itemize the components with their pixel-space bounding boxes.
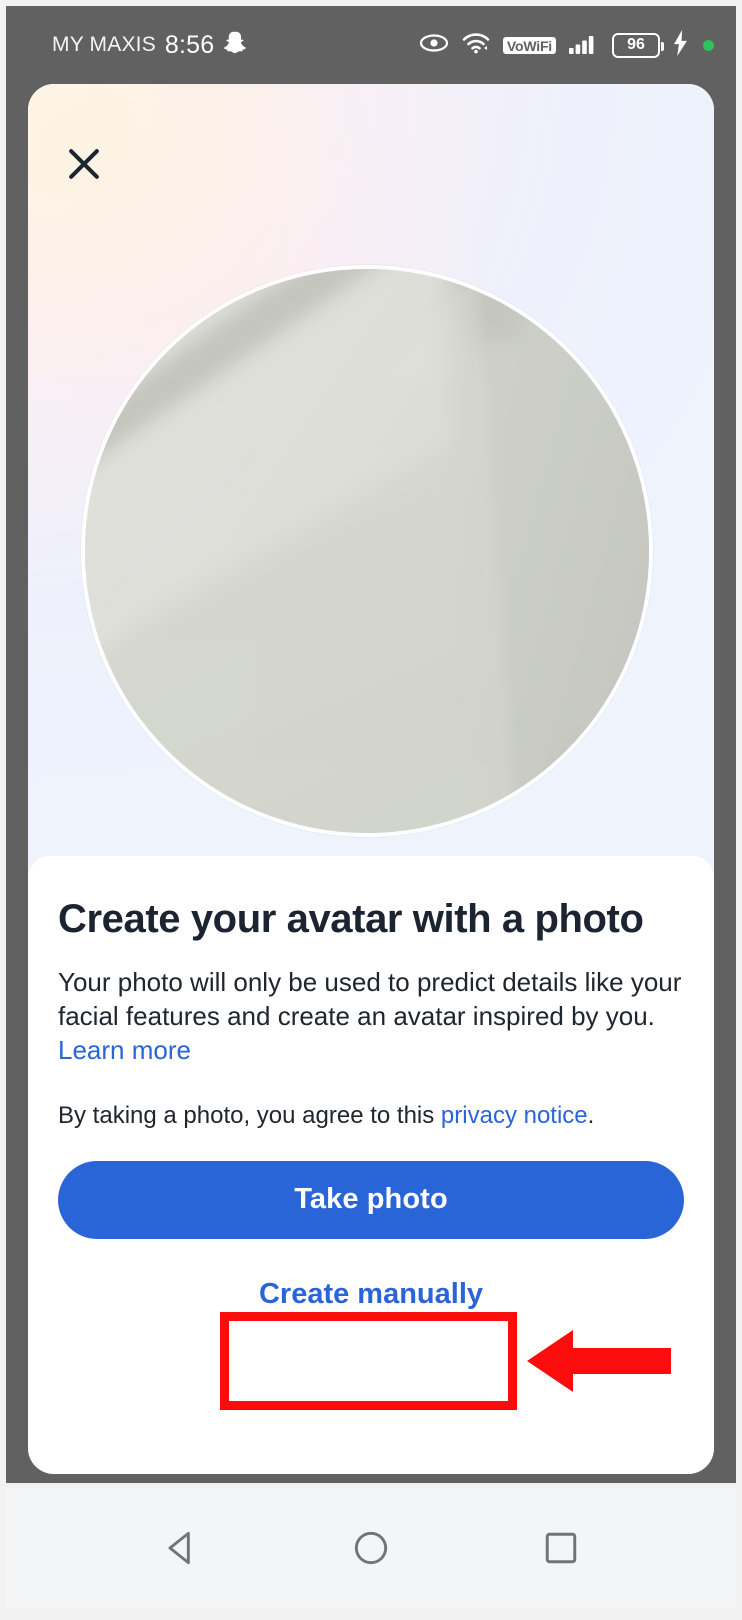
take-photo-button[interactable]: Take photo xyxy=(58,1160,684,1239)
camera-preview-image xyxy=(85,269,649,833)
description-body: Your photo will only be used to predict … xyxy=(58,966,682,1032)
battery-percentage: 96 xyxy=(627,36,645,53)
learn-more-link[interactable]: Learn more xyxy=(58,1035,191,1065)
close-button[interactable] xyxy=(52,132,116,196)
android-navigation-bar xyxy=(6,1488,736,1608)
back-triangle-icon xyxy=(168,1531,190,1565)
app-screen: Create your avatar with a photo Your pho… xyxy=(28,84,714,1474)
vowifi-badge: VoWiFi xyxy=(502,36,556,54)
lightning-bolt-icon xyxy=(672,29,689,61)
legal-prefix: By taking a photo, you agree to this xyxy=(58,1101,441,1129)
close-x-icon xyxy=(69,149,99,179)
description-text: Your photo will only be used to predict … xyxy=(58,965,683,1068)
cellular-signal-icon xyxy=(568,31,600,60)
nav-back-button[interactable] xyxy=(138,1505,224,1591)
battery-indicator: 96 xyxy=(612,32,664,58)
bottom-sheet: Create your avatar with a photo Your pho… xyxy=(28,856,714,1474)
page-title: Create your avatar with a photo xyxy=(58,897,644,941)
create-manually-button-wrap: Create manually xyxy=(58,1257,684,1333)
status-bar-left-group: MY MAXIS 8:56 xyxy=(52,30,249,61)
privacy-notice-link[interactable]: privacy notice xyxy=(441,1102,588,1129)
create-manually-button[interactable]: Create manually xyxy=(58,1257,684,1333)
status-bar: MY MAXIS 8:56 VoWiFi 96 xyxy=(6,6,736,84)
nav-home-button[interactable] xyxy=(328,1505,414,1591)
snapchat-ghost-icon xyxy=(223,30,249,61)
carrier-label: MY MAXIS xyxy=(52,33,156,56)
legal-suffix: . xyxy=(587,1101,595,1129)
eye-icon xyxy=(419,33,449,58)
phone-frame: MY MAXIS 8:56 VoWiFi 96 Create your avat… xyxy=(0,0,742,1620)
status-clock: 8:56 xyxy=(164,30,215,59)
device-bezel: MY MAXIS 8:56 VoWiFi 96 Create your avat… xyxy=(6,6,736,1483)
wifi-icon xyxy=(461,31,491,60)
nav-recents-button[interactable] xyxy=(518,1505,604,1591)
status-bar-right-group: VoWiFi 96 xyxy=(419,29,714,61)
home-circle-icon xyxy=(354,1531,388,1565)
legal-text: By taking a photo, you agree to this pri… xyxy=(58,1100,684,1131)
green-status-dot xyxy=(703,39,714,51)
recents-square-icon xyxy=(545,1532,577,1564)
camera-preview-circle xyxy=(81,265,653,837)
